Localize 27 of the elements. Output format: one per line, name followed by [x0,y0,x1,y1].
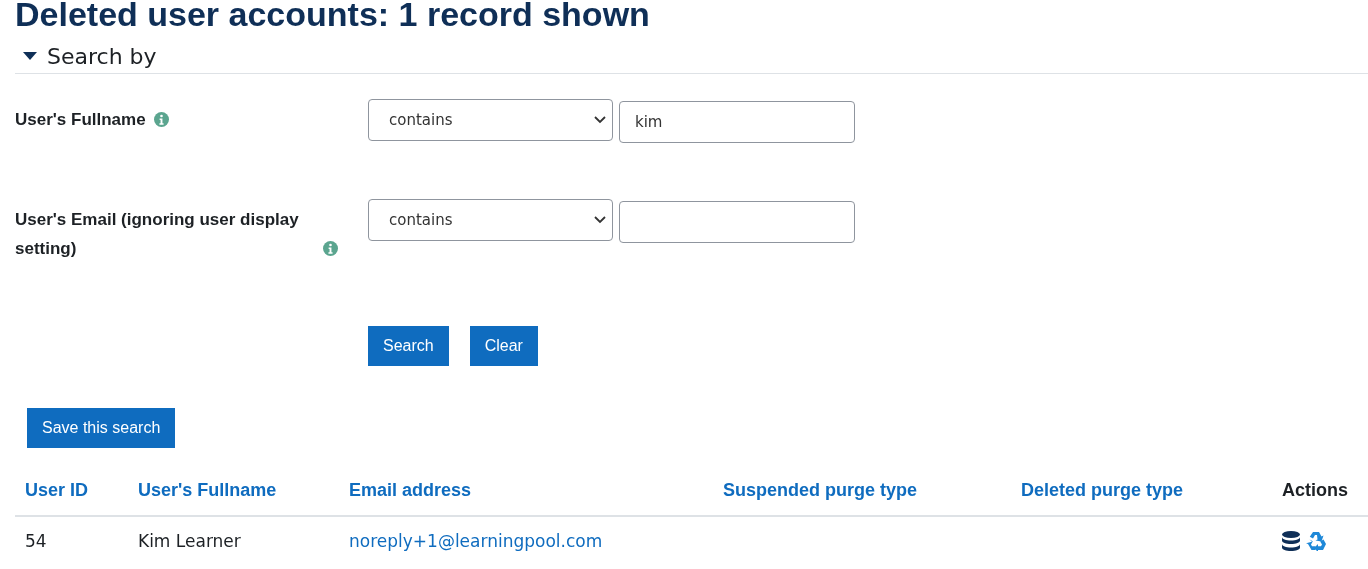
search-by-toggle[interactable]: Search by [23,44,157,69]
column-header[interactable]: User's Fullname [128,470,339,516]
info-icon[interactable] [153,112,169,127]
column-header[interactable]: Deleted purge type [1011,470,1272,516]
filter-input[interactable] [619,201,855,243]
save-search-button[interactable]: Save this search [27,408,176,448]
operator-select[interactable]: contains [368,199,613,241]
column-header: Actions [1272,470,1368,516]
info-icon[interactable] [323,241,338,256]
filter-label: User's Email (ignoring user display setting) [15,209,300,260]
column-header[interactable]: User ID [15,470,128,516]
filter-label: User's Fullname [15,109,146,131]
column-header[interactable]: Suspended purge type [713,470,1011,516]
column-header[interactable]: Email address [339,470,713,516]
table-cell: Kim Learner [128,516,339,565]
chevron-down-icon [594,216,606,224]
chevron-down-icon [594,116,606,124]
operator-select[interactable]: contains [368,99,613,141]
caret-icon [23,52,37,61]
recycle-icon[interactable] [1306,531,1326,551]
email-link[interactable]: noreply+1@learningpool.com [349,531,603,551]
filter-input[interactable]: kim [619,101,855,143]
form-button[interactable]: Search [368,326,449,366]
form-button[interactable]: Clear [469,326,538,366]
table-cell: 54 [15,516,128,565]
database-icon[interactable] [1282,531,1300,551]
page-title: Deleted user accounts: 1 record shown [15,0,651,34]
